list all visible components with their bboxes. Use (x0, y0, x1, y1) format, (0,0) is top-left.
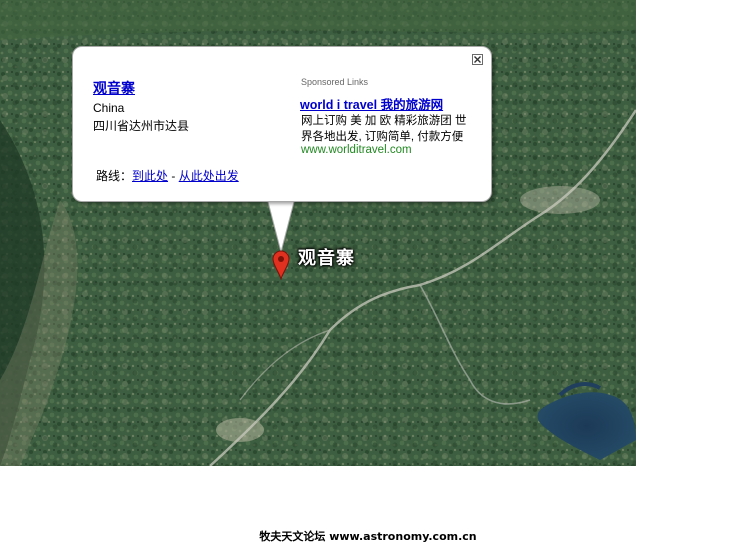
route-prefix: 路线： (96, 169, 133, 183)
ad-url-link[interactable]: www.worlditravel.com (301, 144, 412, 156)
route-links: 路线：到此处 - 从此处出发 (96, 167, 239, 184)
ad-description-line2: 界各地出发, 订购简单, 付款方便 (301, 131, 464, 143)
footer-watermark: 牧夫天文论坛 www.astronomy.com.cn (259, 530, 477, 543)
address-region: 四川省达州市达县 (93, 119, 190, 133)
info-window: 观音寨 China 四川省达州市达县 路线：到此处 - 从此处出发 Sponso… (72, 46, 492, 202)
map-place-label: 观音寨 (298, 248, 355, 269)
route-from-here-link[interactable]: 从此处出发 (179, 169, 239, 183)
ad-title-link[interactable]: world i travel 我的旅游网 (300, 94, 443, 113)
route-to-here-link[interactable]: 到此处 (132, 169, 168, 183)
close-icon (474, 56, 481, 63)
route-separator: - (168, 169, 179, 183)
sponsored-label: Sponsored Links (301, 77, 369, 87)
address-country: China (93, 101, 125, 115)
location-marker-icon[interactable] (272, 250, 290, 280)
ad-description-line1: 网上订购 美 加 欧 精彩旅游团 世 (301, 115, 467, 127)
close-button[interactable] (472, 54, 483, 65)
place-title-link[interactable]: 观音寨 (93, 78, 135, 98)
